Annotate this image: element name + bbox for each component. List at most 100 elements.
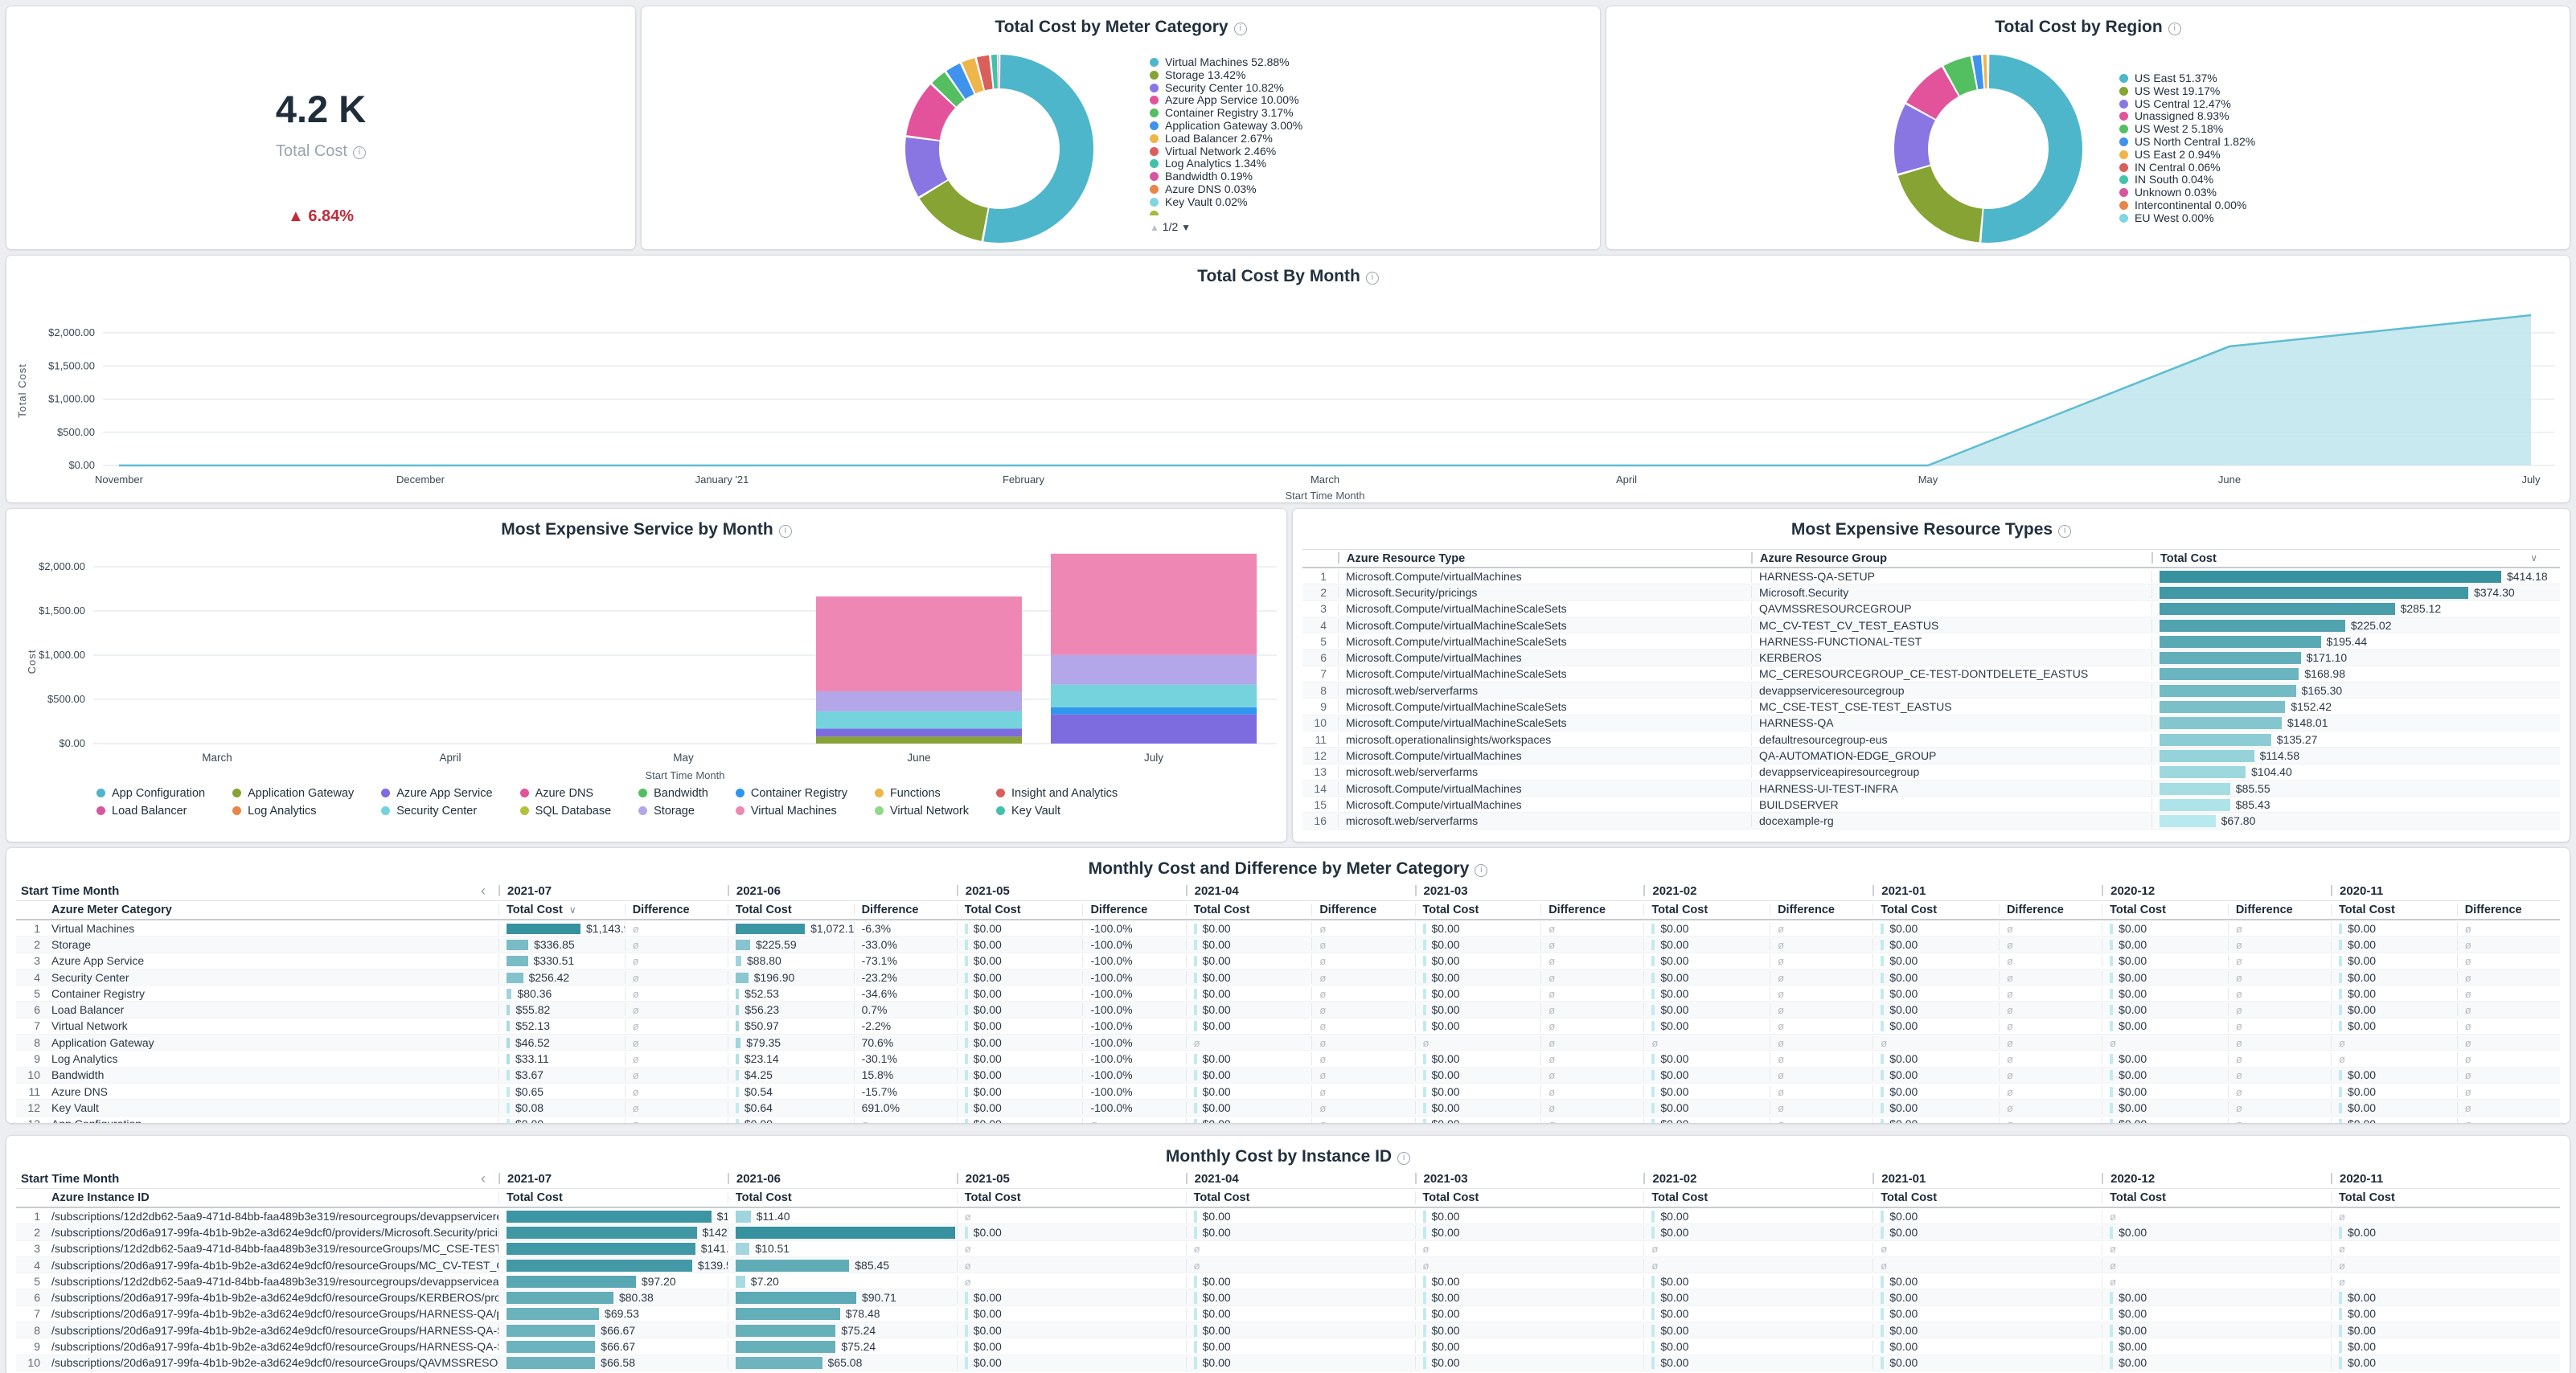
cost-bar[interactable] [2110, 1119, 2113, 1123]
cost-bar[interactable] [736, 924, 805, 934]
table-row[interactable]: 5Container Registry$80.36ø$52.53-34.6%$0… [16, 986, 2560, 1002]
table-row[interactable]: 10Microsoft.Compute/virtualMachineScaleS… [1302, 715, 2560, 732]
cost-bar[interactable] [736, 1325, 835, 1337]
total-cost-column-header[interactable]: Total Cost [2331, 904, 2457, 916]
cost-bar[interactable] [736, 940, 750, 950]
cost-bar[interactable] [2110, 940, 2113, 950]
cost-bar[interactable] [2110, 924, 2113, 934]
cost-bar[interactable] [1651, 1070, 1655, 1080]
table-row[interactable]: 3/subscriptions/12d2db62-5aa9-471d-84bb-… [16, 1241, 2560, 1257]
total-cost-column-header[interactable]: Total Cost [1643, 904, 1770, 916]
cost-bar[interactable] [2339, 1325, 2342, 1337]
cost-bar[interactable] [965, 1119, 968, 1123]
legend-item[interactable]: Storage [638, 805, 708, 822]
total-cost-column-header[interactable]: Total Cost [1643, 1191, 1873, 1204]
cost-bar[interactable] [1651, 1357, 1655, 1369]
cost-bar[interactable] [1423, 1021, 1426, 1031]
cost-bar[interactable] [736, 1260, 849, 1272]
cost-bar[interactable] [1881, 1357, 1884, 1369]
cost-bar[interactable] [1881, 924, 1884, 934]
cost-bar[interactable] [1651, 1087, 1655, 1097]
info-icon[interactable]: i [1366, 272, 1379, 285]
cost-bar[interactable] [1881, 973, 1884, 983]
total-cost-column-header[interactable]: Total Cost [957, 1191, 1186, 1204]
cost-bar[interactable] [1423, 924, 1426, 934]
cost-bar[interactable] [1423, 973, 1426, 983]
cost-bar[interactable] [965, 1227, 968, 1239]
cost-bar[interactable] [2339, 989, 2342, 999]
table-row[interactable]: 16microsoft.web/serverfarmsdocexample-rg… [1302, 813, 2560, 829]
cost-bar[interactable] [1194, 1325, 1197, 1337]
cost-bar[interactable] [965, 956, 968, 966]
total-cost-column-header[interactable]: Total Cost [728, 904, 854, 916]
cost-bar[interactable] [1194, 1211, 1197, 1223]
legend-item[interactable]: Azure App Service 10.00% [1150, 94, 1302, 107]
cost-bar[interactable] [736, 1119, 739, 1123]
cost-bar[interactable] [1881, 956, 1884, 966]
cost-bar[interactable] [1194, 989, 1197, 999]
cost-bar[interactable] [507, 956, 528, 966]
column-header-group[interactable]: Azure Resource Group [1751, 552, 2151, 565]
info-icon[interactable]: i [2168, 23, 2181, 35]
donut-segment-US East[interactable] [1983, 72, 2065, 226]
cost-bar[interactable] [736, 1211, 751, 1223]
cost-bar[interactable] [2339, 956, 2342, 966]
cost-bar[interactable] [2339, 924, 2342, 934]
legend-item[interactable]: Key Vault [996, 805, 1118, 822]
total-cost-column-header[interactable]: Total Cost∨ [498, 904, 625, 916]
total-cost-column-header[interactable]: Total Cost [1873, 904, 1999, 916]
cost-bar[interactable] [1423, 1119, 1426, 1123]
cost-bar[interactable] [1881, 1325, 1884, 1337]
table-row[interactable]: 10/subscriptions/20d6a917-99fa-4b1b-9b2e… [16, 1355, 2560, 1371]
legend-item[interactable]: Intercontinental 0.00% [2119, 199, 2255, 212]
legend-item[interactable] [1150, 209, 1302, 215]
table-row[interactable]: 4Security Center$256.42ø$196.90-23.2%$0.… [16, 969, 2560, 986]
cost-bar[interactable] [965, 1357, 968, 1369]
cost-bar[interactable] [2160, 571, 2501, 583]
cost-bar[interactable] [2339, 940, 2342, 950]
cost-bar[interactable] [1651, 973, 1655, 983]
info-icon[interactable]: i [1234, 23, 1247, 35]
table-row[interactable]: 7Microsoft.Compute/virtualMachineScaleSe… [1302, 666, 2560, 682]
cost-bar[interactable] [1194, 1276, 1197, 1288]
legend-item[interactable]: US East 2 0.94% [2119, 149, 2255, 162]
cost-bar[interactable] [1423, 1227, 1426, 1239]
cost-bar[interactable] [736, 973, 749, 983]
cost-bar[interactable] [2110, 1087, 2113, 1097]
cost-bar[interactable] [736, 1357, 822, 1369]
cost-bar[interactable] [965, 989, 968, 999]
info-icon[interactable]: i [353, 146, 366, 159]
cost-bar[interactable] [2339, 1292, 2342, 1304]
difference-column-header[interactable]: Difference [2228, 904, 2331, 916]
cost-bar[interactable] [507, 1260, 692, 1272]
legend-item[interactable]: Security Center 10.82% [1150, 82, 1302, 95]
cost-bar[interactable] [2339, 1087, 2342, 1097]
table-row[interactable]: 9Microsoft.Compute/virtualMachineScaleSe… [1302, 699, 2560, 715]
bar-segment-Security Center[interactable] [816, 711, 1022, 729]
cost-bar[interactable] [1651, 1308, 1655, 1320]
cost-bar[interactable] [736, 1341, 835, 1353]
total-cost-column-header[interactable]: Total Cost [498, 1191, 728, 1204]
legend-item[interactable]: Load Balancer [96, 805, 205, 822]
cost-bar[interactable] [1651, 1119, 1655, 1123]
cost-bar[interactable] [2110, 1103, 2113, 1113]
total-cost-column-header[interactable]: Total Cost [1186, 1191, 1415, 1204]
column-header-type[interactable]: Azure Resource Type [1338, 552, 1751, 565]
cost-bar[interactable] [1651, 1341, 1655, 1353]
cost-bar[interactable] [965, 1070, 968, 1080]
cost-bar[interactable] [2160, 668, 2299, 680]
cost-bar[interactable] [2110, 1357, 2113, 1369]
cost-bar[interactable] [1194, 956, 1197, 966]
difference-column-header[interactable]: Difference [1082, 904, 1185, 916]
donut-segment-Security Center[interactable] [922, 139, 933, 188]
table-row[interactable]: 3Azure App Service$330.51ø$88.80-73.1%$0… [16, 953, 2560, 969]
cost-bar[interactable] [1651, 1292, 1655, 1304]
cost-bar[interactable] [965, 1292, 968, 1304]
cost-bar[interactable] [507, 1119, 510, 1123]
cost-bar[interactable] [2110, 1341, 2113, 1353]
bar-segment-Storage[interactable] [816, 691, 1022, 711]
cost-bar[interactable] [965, 1021, 968, 1031]
table-row[interactable]: 9/subscriptions/20d6a917-99fa-4b1b-9b2e-… [16, 1338, 2560, 1355]
legend-item[interactable]: Unknown 0.03% [2119, 186, 2255, 199]
cost-bar[interactable] [736, 1021, 739, 1031]
